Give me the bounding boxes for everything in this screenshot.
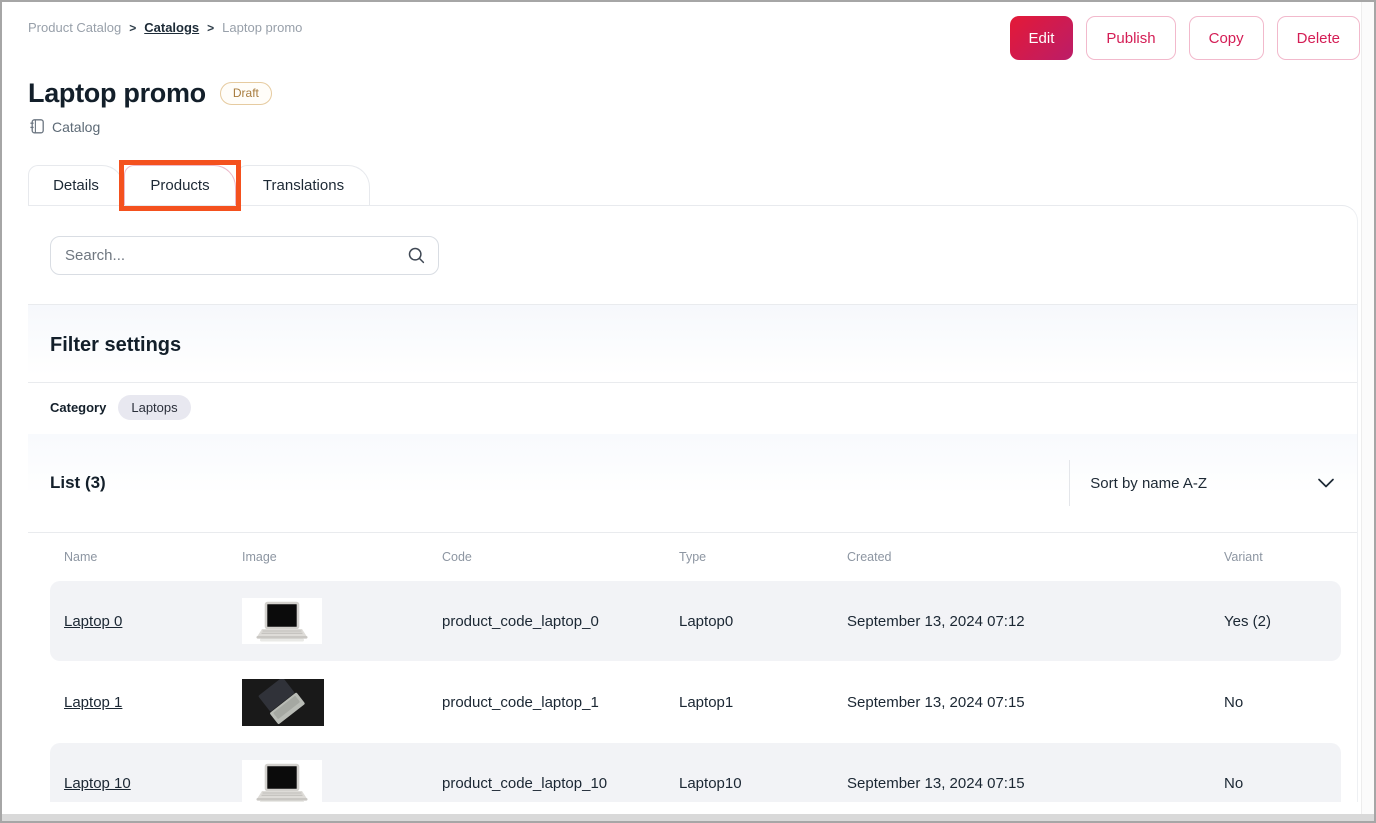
- delete-button[interactable]: Delete: [1277, 16, 1360, 60]
- edit-button[interactable]: Edit: [1010, 16, 1074, 60]
- product-table: Laptop 0 product_code_laptop_0 Laptop0 S…: [28, 579, 1357, 802]
- category-label: Category: [50, 400, 106, 415]
- table-row: Laptop 0 product_code_laptop_0 Laptop0 S…: [50, 581, 1341, 661]
- product-created: September 13, 2024 07:15: [847, 775, 1224, 792]
- tab-translations-label: Translations: [263, 177, 344, 194]
- breadcrumb-item-product-catalog[interactable]: Product Catalog: [28, 20, 121, 35]
- breadcrumb-separator: >: [129, 21, 136, 35]
- column-header-type: Type: [679, 550, 847, 564]
- tab-bar: Details Products Translations: [28, 165, 1374, 205]
- search-input[interactable]: [65, 247, 407, 264]
- horizontal-scrollbar[interactable]: [2, 814, 1374, 821]
- product-created: September 13, 2024 07:15: [847, 694, 1224, 711]
- column-header-variant: Variant: [1224, 550, 1357, 564]
- product-created: September 13, 2024 07:12: [847, 613, 1224, 630]
- product-type: Laptop10: [679, 775, 847, 792]
- table-row: Laptop 1 product_code_laptop_1 Laptop1 S…: [50, 662, 1341, 742]
- copy-button[interactable]: Copy: [1189, 16, 1264, 60]
- breadcrumb: Product Catalog > Catalogs > Laptop prom…: [28, 16, 302, 35]
- product-code: product_code_laptop_1: [442, 694, 679, 711]
- table-header-row: Name Image Code Type Created Variant: [28, 533, 1357, 579]
- search-box: [50, 236, 439, 275]
- sort-label: Sort by name A-Z: [1090, 475, 1207, 492]
- tab-translations[interactable]: Translations: [237, 165, 370, 205]
- status-badge: Draft: [220, 82, 272, 105]
- product-type: Laptop0: [679, 613, 847, 630]
- products-tab-panel: Filter settings Category Laptops List (3…: [28, 205, 1358, 802]
- product-link-laptop-10[interactable]: Laptop 10: [64, 775, 131, 792]
- product-type: Laptop1: [679, 694, 847, 711]
- chevron-down-icon: [1317, 477, 1335, 489]
- product-thumbnail-laptop-10: [242, 760, 322, 802]
- publish-button[interactable]: Publish: [1086, 16, 1175, 60]
- vertical-scrollbar[interactable]: [1361, 2, 1374, 814]
- tab-details-label: Details: [53, 177, 99, 194]
- top-bar: Product Catalog > Catalogs > Laptop prom…: [2, 2, 1374, 60]
- product-variant: Yes (2): [1224, 613, 1341, 630]
- action-buttons: Edit Publish Copy Delete: [1010, 16, 1360, 60]
- tab-details[interactable]: Details: [28, 165, 124, 205]
- tab-products-label: Products: [150, 177, 209, 194]
- product-variant: No: [1224, 775, 1341, 792]
- breadcrumb-separator: >: [207, 21, 214, 35]
- product-code: product_code_laptop_0: [442, 613, 679, 630]
- column-header-image: Image: [242, 550, 442, 564]
- catalog-icon: [28, 118, 45, 135]
- filter-settings-title: Filter settings: [50, 334, 1357, 357]
- product-code: product_code_laptop_10: [442, 775, 679, 792]
- page-title: Laptop promo: [28, 78, 206, 109]
- list-title: List (3): [50, 473, 106, 493]
- column-header-code: Code: [442, 550, 679, 564]
- column-header-name: Name: [64, 550, 242, 564]
- sort-dropdown[interactable]: Sort by name A-Z: [1069, 460, 1341, 506]
- column-header-created: Created: [847, 550, 1224, 564]
- product-link-laptop-1[interactable]: Laptop 1: [64, 694, 122, 711]
- category-chip-laptops[interactable]: Laptops: [118, 395, 190, 420]
- breadcrumb-item-catalogs[interactable]: Catalogs: [144, 20, 199, 35]
- product-variant: No: [1224, 694, 1341, 711]
- entity-type-label: Catalog: [52, 119, 100, 135]
- breadcrumb-item-current: Laptop promo: [222, 20, 302, 35]
- product-thumbnail-laptop-0: [242, 598, 322, 644]
- product-link-laptop-0[interactable]: Laptop 0: [64, 613, 122, 630]
- product-thumbnail-laptop-1: [242, 679, 324, 726]
- search-icon[interactable]: [407, 246, 426, 265]
- table-row: Laptop 10 product_code_laptop_10 Laptop1…: [50, 743, 1341, 802]
- tab-products[interactable]: Products: [124, 165, 236, 205]
